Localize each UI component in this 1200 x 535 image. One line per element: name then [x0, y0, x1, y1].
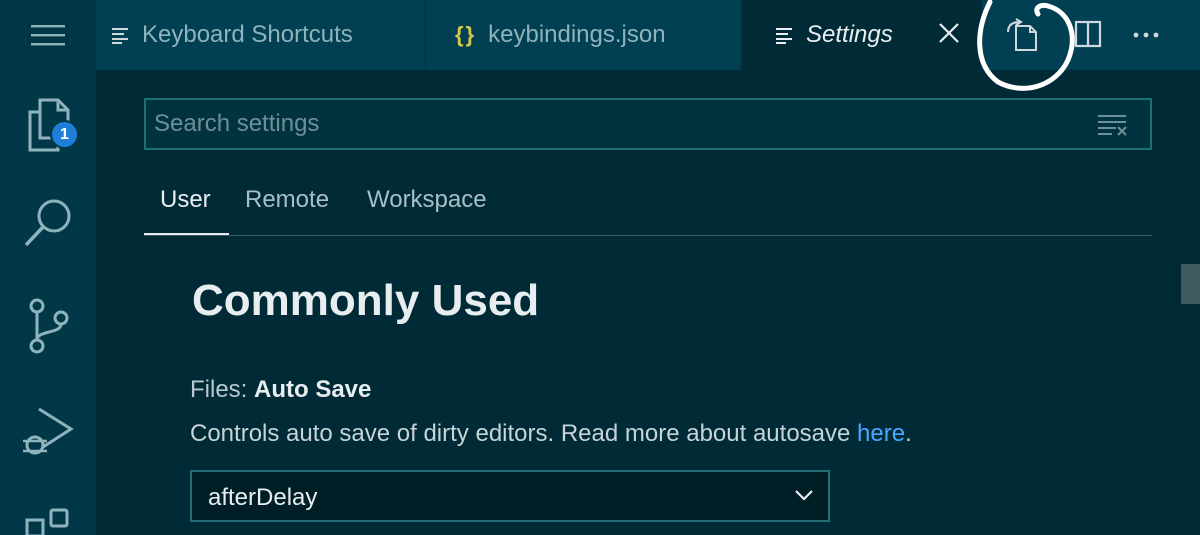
braces-icon: {} — [455, 22, 477, 47]
tab-remote[interactable]: Remote — [245, 186, 329, 235]
explorer-button[interactable] — [0, 84, 96, 164]
search-button[interactable] — [0, 188, 96, 258]
setting-category: Files: — [190, 376, 255, 403]
settings-search-box — [144, 98, 1152, 150]
tab-user[interactable]: User — [144, 186, 229, 235]
description-end: . — [905, 420, 912, 447]
description-text: Controls auto save of dirty editors. Rea… — [190, 420, 858, 447]
extensions-button[interactable] — [0, 500, 96, 535]
autosave-link[interactable]: here — [857, 420, 905, 447]
ellipsis-icon — [1133, 32, 1159, 38]
run-debug-button[interactable] — [0, 396, 96, 466]
hamburger-menu-icon — [31, 25, 65, 46]
section-title: Commonly Used — [192, 276, 540, 325]
tab-label: keybindings.json — [488, 21, 666, 48]
tab-workspace[interactable]: Workspace — [367, 186, 487, 235]
chevron-down-icon — [794, 488, 814, 507]
explorer-badge: 1 — [50, 120, 79, 149]
settings-scope-tabs: User Remote Workspace — [144, 176, 1152, 236]
clear-filter-button[interactable] — [1098, 112, 1128, 141]
activity-bar: 1 — [0, 0, 96, 535]
auto-save-dropdown[interactable]: afterDelay — [190, 470, 830, 522]
tab-label: Settings — [806, 21, 893, 48]
search-input[interactable] — [154, 100, 1074, 148]
open-settings-json-button[interactable] — [1004, 18, 1040, 57]
run-debug-icon — [23, 407, 74, 455]
dropdown-value: afterDelay — [208, 484, 318, 511]
tab-keybindings-json[interactable]: {} keybindings.json — [427, 0, 741, 70]
clear-filter-icon — [1098, 115, 1127, 136]
extensions-icon — [25, 508, 69, 535]
close-icon[interactable] — [938, 22, 960, 51]
open-file-icon — [1007, 18, 1037, 51]
lines-icon — [112, 26, 130, 44]
tab-settings[interactable]: Settings — [742, 0, 982, 70]
scrollbar-thumb[interactable] — [1181, 264, 1200, 304]
editor-tab-bar: Keyboard Shortcuts {} keybindings.json S… — [96, 0, 1200, 70]
lines-icon — [776, 26, 794, 44]
menu-button[interactable] — [0, 12, 96, 58]
setting-name: Auto Save — [254, 376, 372, 403]
setting-title: Files: Auto Save — [190, 376, 371, 404]
tab-keyboard-shortcuts[interactable]: Keyboard Shortcuts — [96, 0, 426, 70]
split-editor-icon — [1074, 20, 1102, 48]
source-control-icon — [29, 298, 69, 354]
search-icon — [24, 199, 71, 247]
more-actions-button[interactable] — [1132, 20, 1162, 55]
setting-description: Controls auto save of dirty editors. Rea… — [190, 420, 912, 448]
tab-label: Keyboard Shortcuts — [142, 21, 353, 48]
split-editor-button[interactable] — [1074, 18, 1104, 55]
source-control-button[interactable] — [0, 290, 96, 362]
